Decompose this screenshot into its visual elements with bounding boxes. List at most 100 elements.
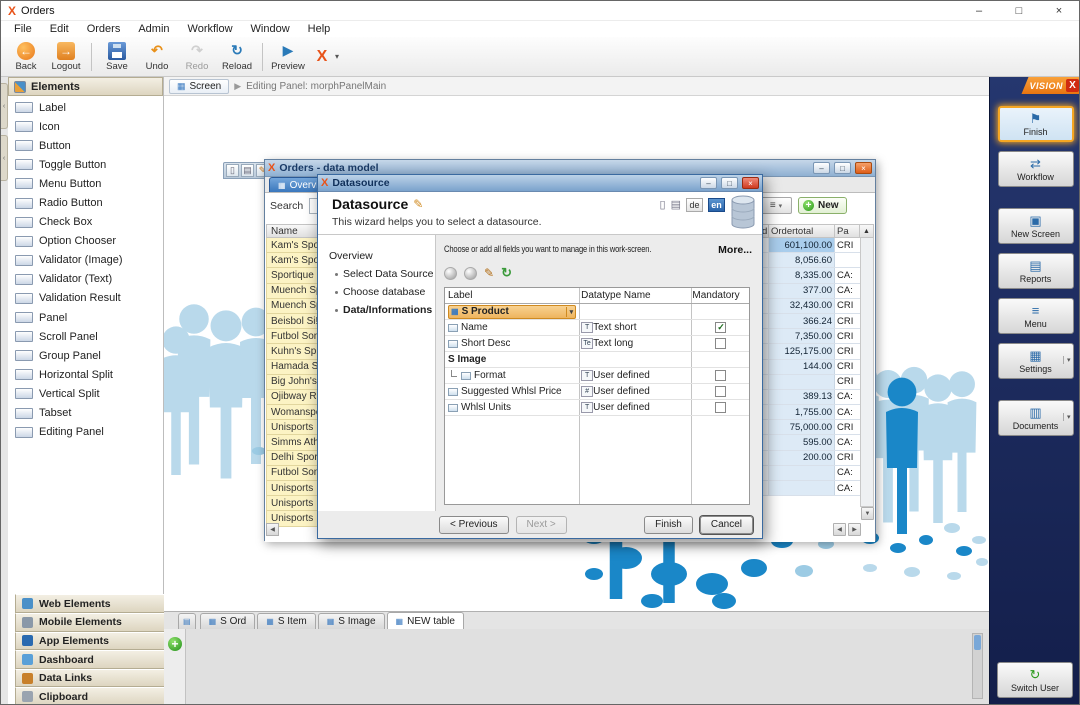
- dialog-titlebar[interactable]: X Datasource – □ ×: [318, 175, 762, 192]
- copy-icon[interactable]: ▤: [241, 164, 254, 177]
- element-palette-item[interactable]: Scroll Panel: [8, 327, 163, 346]
- table-row[interactable]: CRI: [760, 375, 860, 390]
- wizard-step[interactable]: Data/Informations: [318, 301, 435, 319]
- toolbar-button[interactable]: ▾: [91, 43, 92, 71]
- bottom-panel-scrollbar[interactable]: [972, 633, 983, 699]
- table-row[interactable]: 389.13 CA:: [760, 390, 860, 405]
- palette-section-header[interactable]: Clipboard: [15, 687, 171, 705]
- element-palette-item[interactable]: Validation Result: [8, 289, 163, 308]
- element-palette-item[interactable]: Menu Button: [8, 174, 163, 193]
- palette-section-header[interactable]: Data Links: [15, 669, 171, 688]
- switch-user-button[interactable]: ↻ Switch User: [997, 662, 1073, 698]
- toolbar-button[interactable]: ↶ Undo ▾: [137, 42, 177, 72]
- wizard-step[interactable]: Choose database: [318, 283, 435, 301]
- element-palette-item[interactable]: Group Panel: [8, 346, 163, 365]
- toolbar-button[interactable]: X ▾: [308, 48, 344, 66]
- element-palette-item[interactable]: Horizontal Split: [8, 365, 163, 384]
- toolbar-button[interactable]: ← Back ▾: [6, 42, 46, 72]
- lang-en-button[interactable]: en: [708, 198, 725, 212]
- menu-item[interactable]: Workflow: [179, 22, 242, 36]
- element-palette-item[interactable]: Radio Button: [8, 193, 163, 212]
- menu-item[interactable]: Edit: [41, 22, 78, 36]
- table-row[interactable]: 75,000.00 CRI: [760, 420, 860, 435]
- menu-item[interactable]: File: [5, 22, 41, 36]
- element-palette-item[interactable]: Panel: [8, 308, 163, 327]
- bottom-tab[interactable]: ▦ NEW table: [387, 612, 464, 629]
- finish-button[interactable]: Finish: [644, 516, 693, 534]
- menu-item[interactable]: Orders: [78, 22, 130, 36]
- chevron-down-icon[interactable]: ▾: [1063, 356, 1071, 364]
- tab-overview[interactable]: ▦ Overview: [269, 177, 323, 192]
- card-icon[interactable]: ▤: [671, 198, 681, 211]
- minimize-button[interactable]: –: [700, 177, 717, 189]
- cancel-button[interactable]: Cancel: [700, 516, 753, 534]
- sidebar-button[interactable]: ▦ Settings ▾: [998, 343, 1074, 379]
- vertical-scrollbar[interactable]: [860, 238, 874, 507]
- table-row[interactable]: CA:: [760, 481, 860, 496]
- chevron-down-icon[interactable]: ▾: [335, 52, 339, 61]
- element-palette-item[interactable]: Validator (Text): [8, 270, 163, 289]
- field-row[interactable]: ▦ S Product ▾ S Product: [445, 304, 749, 320]
- table-row[interactable]: 595.00 CA:: [760, 435, 860, 450]
- previous-button[interactable]: < Previous: [439, 516, 509, 534]
- wizard-step[interactable]: Overview: [318, 247, 435, 265]
- lang-de-button[interactable]: de: [686, 198, 703, 212]
- table-row[interactable]: 144.00 CRI: [760, 360, 860, 375]
- element-palette-item[interactable]: Icon: [8, 117, 163, 136]
- sphere-icon[interactable]: [464, 267, 477, 280]
- toolbar-button[interactable]: ▾: [262, 43, 263, 71]
- table-row[interactable]: 366.24 CRI: [760, 314, 860, 329]
- palette-section-header[interactable]: App Elements: [15, 632, 171, 651]
- field-row[interactable]: ▦ Short Desc ▾ Short Desc: [445, 336, 749, 352]
- field-row[interactable]: ▦ S Image ▾ S Image: [445, 352, 749, 368]
- table-row[interactable]: 8,056.60: [760, 253, 860, 268]
- bottom-tab[interactable]: ▦ S Ord: [200, 613, 256, 629]
- collapse-handle[interactable]: ‹: [1, 83, 8, 129]
- sidebar-button[interactable]: ▤ Reports ▾: [998, 253, 1074, 289]
- scroll-right-arrow[interactable]: ▶: [848, 523, 861, 536]
- mandatory-checkbox[interactable]: [715, 338, 726, 349]
- column-header-pa[interactable]: Pa: [835, 224, 860, 238]
- toolbar-button[interactable]: → Logout ▾: [46, 42, 86, 72]
- mandatory-checkbox[interactable]: [715, 370, 726, 381]
- element-palette-item[interactable]: Validator (Image): [8, 251, 163, 270]
- menu-item[interactable]: Help: [299, 22, 340, 36]
- element-palette-item[interactable]: Button: [8, 136, 163, 155]
- maximize-button[interactable]: □: [721, 177, 738, 189]
- column-header-ordertotal[interactable]: Ordertotal: [769, 224, 835, 238]
- delete-icon[interactable]: ▯: [226, 164, 239, 177]
- close-button[interactable]: ×: [742, 177, 759, 189]
- mandatory-checkbox[interactable]: [715, 402, 726, 413]
- maximize-button[interactable]: □: [999, 1, 1039, 21]
- table-row[interactable]: CA:: [760, 466, 860, 481]
- bottom-tab[interactable]: ▦ S Image: [318, 613, 385, 629]
- table-menu-button[interactable]: ≡ ▾: [760, 197, 792, 214]
- add-icon[interactable]: +: [168, 637, 182, 651]
- mandatory-checkbox[interactable]: [715, 386, 726, 397]
- minimize-button[interactable]: –: [813, 162, 830, 174]
- palette-section-header[interactable]: Dashboard: [15, 650, 171, 669]
- sphere-icon[interactable]: [444, 267, 457, 280]
- element-palette-item[interactable]: Toggle Button: [8, 155, 163, 174]
- table-row[interactable]: 8,335.00 CA:: [760, 268, 860, 283]
- element-palette-item[interactable]: Vertical Split: [8, 384, 163, 403]
- element-palette-item[interactable]: Tabset: [8, 404, 163, 423]
- element-palette-item[interactable]: Editing Panel: [8, 423, 163, 442]
- field-row[interactable]: ▦ Suggested Whlsl Price ▾ Suggested Whls…: [445, 384, 749, 400]
- trash-icon[interactable]: ▯: [660, 198, 666, 211]
- field-row[interactable]: ▦ Whlsl Units ▾ Whlsl Units: [445, 400, 749, 416]
- toolbar-button[interactable]: ↷ Redo ▾: [177, 42, 217, 72]
- scroll-left-arrow[interactable]: ◀: [833, 523, 846, 536]
- breadcrumb-screen-chip[interactable]: ▦ Screen: [169, 79, 229, 94]
- scroll-down-arrow[interactable]: ▼: [861, 507, 874, 520]
- collapse-handle[interactable]: ‹: [1, 135, 8, 181]
- table-row[interactable]: 377.00 CA:: [760, 284, 860, 299]
- minimize-button[interactable]: –: [959, 1, 999, 21]
- sidebar-button[interactable]: ▥ Documents ▾: [998, 400, 1074, 436]
- element-palette-item[interactable]: Check Box: [8, 213, 163, 232]
- scroll-up-arrow[interactable]: ▲: [860, 224, 874, 238]
- close-button[interactable]: ×: [855, 162, 872, 174]
- design-canvas[interactable]: ▯ ▤ ✎ X Orders - data model – □ × ▦ Over…: [164, 96, 989, 611]
- table-row[interactable]: 32,430.00 CRI: [760, 299, 860, 314]
- table-row[interactable]: 125,175.00 CRI: [760, 344, 860, 359]
